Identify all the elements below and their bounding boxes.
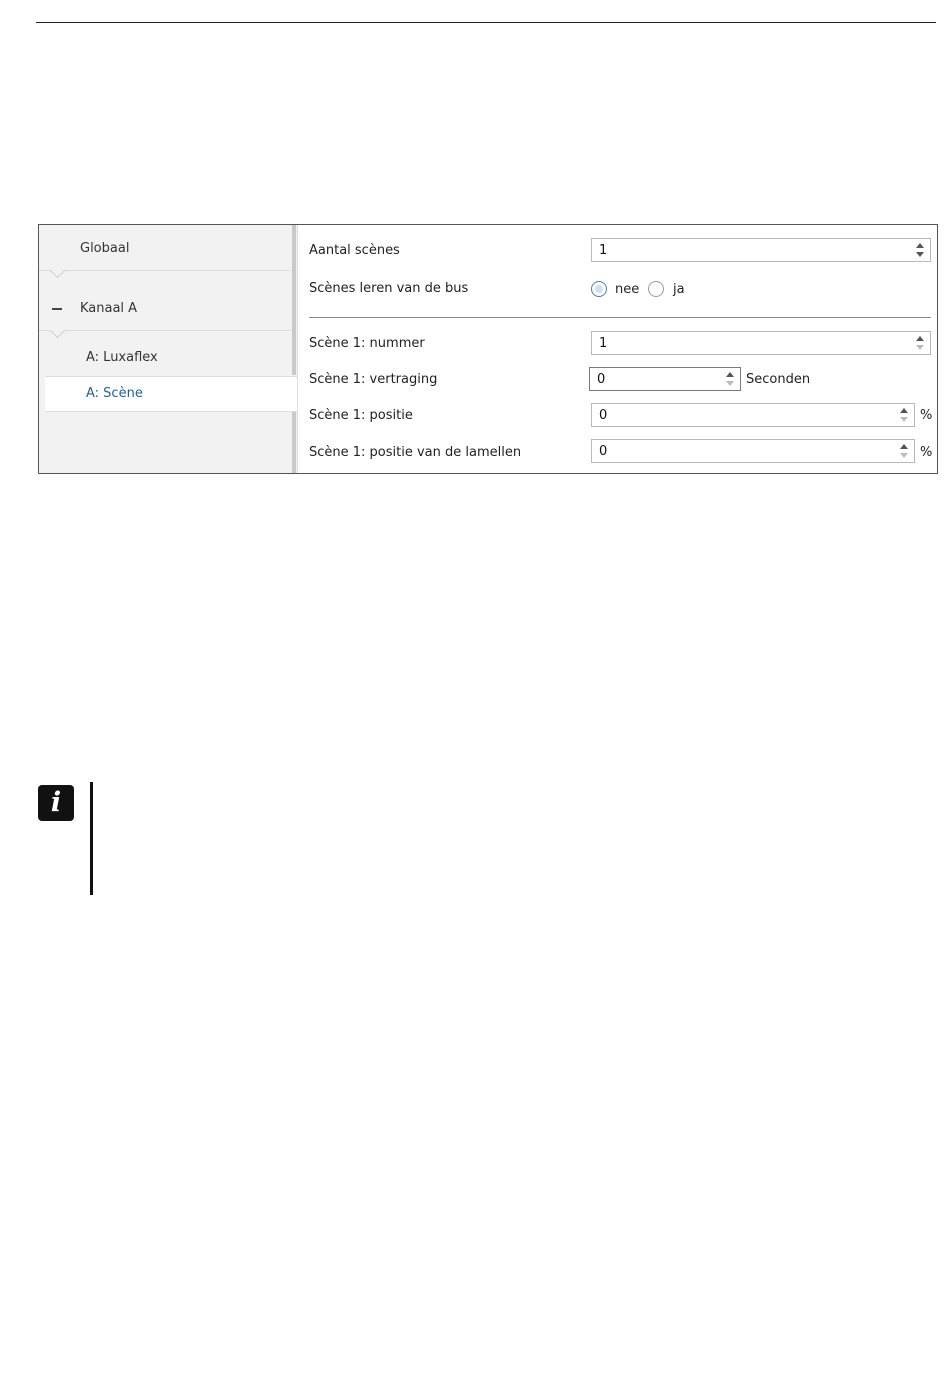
aantal-scenes-value: 1 xyxy=(599,243,608,258)
minus-icon[interactable] xyxy=(52,308,62,310)
sidebar: Globaal Kanaal A A: Luxaflex A: Scène xyxy=(39,225,298,473)
scene-nummer-label: Scène 1: nummer xyxy=(309,336,425,351)
sidebar-item-label: A: Scène xyxy=(86,386,143,401)
positie-unit: % xyxy=(920,408,933,423)
scene-positie-label: Scène 1: positie xyxy=(309,408,413,423)
parameter-window: Globaal Kanaal A A: Luxaflex A: Scène Aa… xyxy=(38,224,938,474)
scene-lamellen-value: 0 xyxy=(599,444,608,459)
aantal-scenes-label: Aantal scènes xyxy=(309,243,400,258)
scene-positie-input[interactable]: 0 xyxy=(591,403,915,427)
radio-ja-label: ja xyxy=(673,282,685,297)
scene-nummer-input[interactable]: 1 xyxy=(591,331,931,355)
info-icon: i xyxy=(38,785,74,821)
radio-nee[interactable] xyxy=(591,281,607,297)
parameter-content: Aantal scènes 1 Scènes leren van de bus … xyxy=(297,225,937,473)
scene-nummer-value: 1 xyxy=(599,336,608,351)
spin-arrows-icon[interactable] xyxy=(900,407,908,423)
sidebar-item-label: Globaal xyxy=(80,241,130,256)
sidebar-item-globaal[interactable]: Globaal xyxy=(39,231,291,267)
scenes-leren-label: Scènes leren van de bus xyxy=(309,281,469,296)
sidebar-separator xyxy=(39,270,291,271)
sidebar-item-kanaal-a[interactable]: Kanaal A xyxy=(39,291,291,327)
aantal-scenes-input[interactable]: 1 xyxy=(591,238,931,262)
radio-nee-label: nee xyxy=(615,282,640,297)
scene-vertraging-label: Scène 1: vertraging xyxy=(309,372,438,387)
top-rule xyxy=(36,22,936,23)
section-divider xyxy=(309,317,931,318)
spin-arrows-icon[interactable] xyxy=(916,242,924,258)
spin-arrows-icon[interactable] xyxy=(916,335,924,351)
spin-arrows-icon[interactable] xyxy=(900,443,908,459)
scene-vertraging-input[interactable]: 0 xyxy=(589,367,741,391)
sidebar-item-label: A: Luxaflex xyxy=(86,350,158,365)
scene-positie-value: 0 xyxy=(599,408,608,423)
scene-lamellen-label: Scène 1: positie van de lamellen xyxy=(309,445,522,460)
spin-arrows-icon[interactable] xyxy=(726,371,734,387)
sidebar-item-scene[interactable]: A: Scène xyxy=(45,376,297,412)
sidebar-item-label: Kanaal A xyxy=(80,301,138,316)
scene-vertraging-value: 0 xyxy=(597,372,606,387)
radio-ja[interactable] xyxy=(648,281,664,297)
info-note-bar xyxy=(90,782,93,895)
sidebar-separator xyxy=(39,330,291,331)
vertraging-unit: Seconden xyxy=(746,372,811,387)
scene-lamellen-input[interactable]: 0 xyxy=(591,439,915,463)
lamellen-unit: % xyxy=(920,445,933,460)
sidebar-scrollbar[interactable] xyxy=(292,225,296,375)
sidebar-item-luxaflex[interactable]: A: Luxaflex xyxy=(39,340,291,376)
